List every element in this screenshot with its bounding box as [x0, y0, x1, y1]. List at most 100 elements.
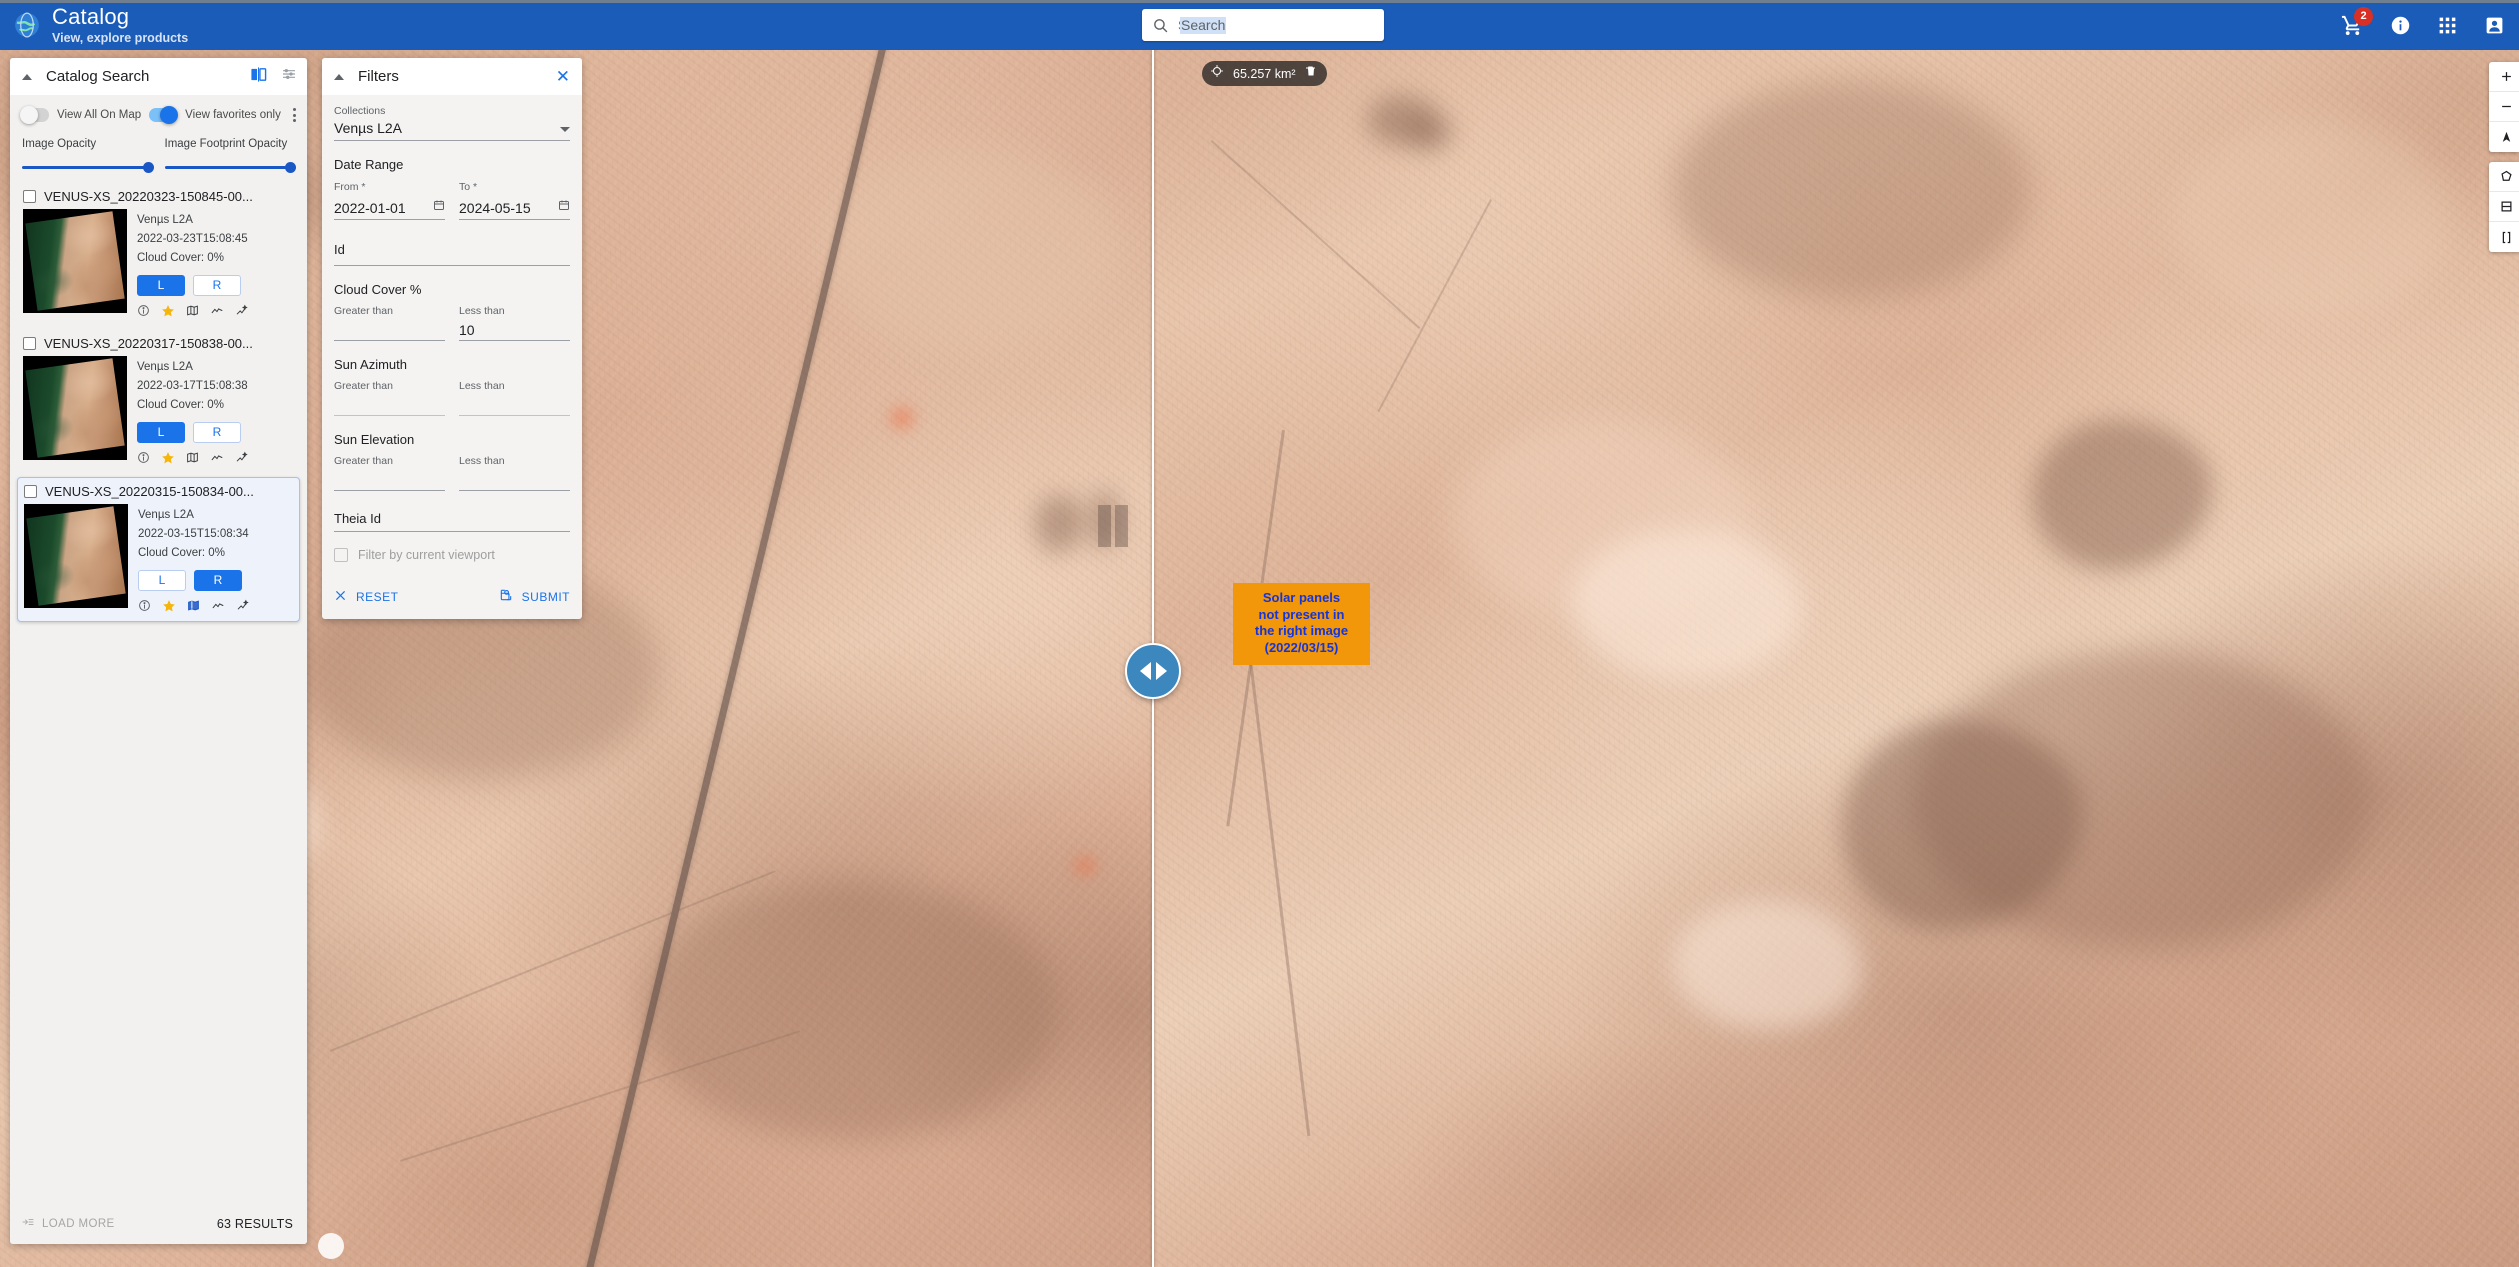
info-icon[interactable] [138, 599, 151, 612]
caret-up-icon[interactable] [22, 73, 32, 80]
map-view-toggles: View All On Map View favorites only [10, 95, 307, 126]
result-action-icons [138, 599, 251, 613]
map-footprint-icon[interactable] [186, 304, 199, 317]
image-footprint-opacity-slider[interactable] [164, 162, 296, 173]
date-to-input[interactable]: 2024-05-15 [459, 198, 570, 220]
building-block [1098, 505, 1111, 547]
collections-select[interactable]: Venµs L2A [334, 120, 570, 141]
search-input[interactable] [1178, 17, 1363, 33]
view-favorites-only-toggle[interactable] [149, 106, 179, 124]
reset-button[interactable]: RESET [334, 589, 399, 605]
measure-area-icon[interactable] [2489, 192, 2519, 222]
cloud-cover-greater-input[interactable] [334, 317, 445, 341]
viewport-filter-checkbox[interactable] [334, 548, 348, 562]
submit-button[interactable]: SUBMIT [499, 588, 570, 605]
assign-right-button[interactable]: R [194, 569, 242, 591]
result-card[interactable]: VENUS-XS_20220315-150834-00... Venµs L2A… [17, 476, 300, 622]
map-footprint-icon[interactable] [186, 451, 199, 464]
slider-thumb[interactable] [142, 162, 154, 173]
theia-id-input[interactable]: Theia Id [334, 511, 570, 532]
assign-right-button[interactable]: R [193, 274, 241, 296]
search-icon [1152, 17, 1169, 34]
quicklook-chart-icon[interactable] [236, 599, 251, 613]
draw-tools-group[interactable] [2489, 162, 2519, 252]
close-icon[interactable]: ✕ [556, 68, 570, 85]
star-favorite-icon[interactable] [161, 304, 175, 318]
viewport-filter-row[interactable]: Filter by current viewport [334, 548, 570, 562]
apps-grid-icon[interactable] [2437, 15, 2458, 36]
kebab-menu-icon[interactable] [289, 104, 300, 126]
compass-north-icon[interactable] [2489, 122, 2519, 152]
slider-thumb[interactable] [285, 162, 296, 173]
result-card[interactable]: VENUS-XS_20220317-150838-00... Venµs L2A… [17, 330, 300, 473]
map-tool-rail[interactable] [2489, 62, 2519, 252]
app-title-block: Catalog View, explore products [52, 4, 188, 46]
result-checkbox[interactable] [23, 336, 36, 350]
opacity-controls: Image Opacity Image Footprint Opacity [10, 126, 307, 173]
assign-left-button[interactable]: L [137, 421, 185, 443]
calendar-icon[interactable] [558, 198, 570, 216]
image-opacity-slider[interactable] [22, 162, 154, 173]
timeseries-chart-icon[interactable] [211, 599, 225, 612]
timeseries-chart-icon[interactable] [210, 304, 224, 317]
info-icon[interactable] [137, 304, 150, 317]
star-favorite-icon[interactable] [161, 451, 175, 465]
search-box[interactable]: Search [1142, 9, 1384, 41]
zoom-in-icon[interactable] [2489, 62, 2519, 92]
result-checkbox[interactable] [23, 190, 36, 203]
view-favorites-only-label: View favorites only [185, 109, 281, 121]
thermal-spot [1070, 855, 1100, 877]
info-icon[interactable] [2390, 15, 2411, 36]
info-icon[interactable] [137, 451, 150, 464]
sun-elevation-greater-input[interactable] [334, 467, 445, 491]
assign-right-button[interactable]: R [193, 421, 241, 443]
sun-azimuth-greater-input[interactable] [334, 392, 445, 416]
sun-elevation-less-block: Less than [459, 455, 570, 491]
date-to-label: To * [459, 181, 478, 193]
draw-polygon-icon[interactable] [2489, 162, 2519, 192]
annotation-line: (2022/03/15) [1264, 639, 1339, 655]
result-checkbox[interactable] [24, 484, 37, 498]
timeseries-chart-icon[interactable] [210, 451, 224, 464]
result-card[interactable]: VENUS-XS_20220323-150845-00... Venµs L2A… [17, 183, 300, 326]
sun-elevation-less-input[interactable] [459, 467, 570, 491]
result-thumbnail[interactable] [24, 503, 128, 608]
id-input[interactable] [334, 257, 570, 266]
assign-left-button[interactable]: L [138, 569, 186, 591]
caret-up-icon[interactable] [334, 73, 344, 80]
calendar-icon[interactable] [433, 198, 445, 216]
result-thumbnail[interactable] [23, 355, 127, 460]
load-more-button[interactable]: LOAD MORE [21, 1215, 115, 1233]
search-results-list[interactable]: VENUS-XS_20220323-150845-00... Venµs L2A… [10, 169, 307, 1204]
measurement-chip[interactable]: 65.257 km² [1202, 61, 1327, 86]
result-meta: Venµs L2A 2022-03-17T15:08:38 Cloud Cove… [137, 356, 250, 415]
viewport-filter-label: Filter by current viewport [358, 548, 495, 562]
polygon-measure-icon [1210, 64, 1224, 83]
cart-icon[interactable]: 2 [2341, 6, 2373, 37]
quicklook-chart-icon[interactable] [235, 304, 250, 318]
quicklook-chart-icon[interactable] [235, 451, 250, 465]
map-footprint-icon[interactable] [187, 599, 200, 612]
star-favorite-icon[interactable] [162, 599, 176, 613]
catalog-panel-header: Catalog Search [10, 58, 307, 95]
cloud-cover-less-input[interactable]: 10 [459, 317, 570, 341]
annotation-line: Solar panels [1262, 590, 1341, 605]
assign-left-button[interactable]: L [137, 274, 185, 296]
view-all-on-map-label: View All On Map [57, 109, 142, 121]
tune-filters-icon[interactable] [281, 66, 297, 87]
zoom-out-icon[interactable] [2489, 92, 2519, 122]
view-all-on-map-toggle[interactable] [20, 106, 49, 124]
zoom-controls-group[interactable] [2489, 62, 2519, 152]
date-from-input[interactable]: 2022-01-01 [334, 198, 445, 220]
compare-split-icon[interactable] [250, 66, 267, 88]
sun-azimuth-less-input[interactable] [459, 392, 570, 416]
map-bottom-control[interactable] [318, 1233, 344, 1259]
result-thumbnail[interactable] [23, 209, 127, 313]
swipe-compare-handle[interactable] [1125, 643, 1181, 699]
image-footprint-opacity-label: Image Footprint Opacity [164, 138, 288, 150]
globe-icon[interactable] [8, 6, 46, 44]
catalog-panel-title: Catalog Search [46, 68, 150, 85]
trash-icon[interactable] [1305, 64, 1317, 83]
account-icon[interactable] [2484, 15, 2505, 36]
bracket-tool-icon[interactable] [2489, 222, 2519, 252]
